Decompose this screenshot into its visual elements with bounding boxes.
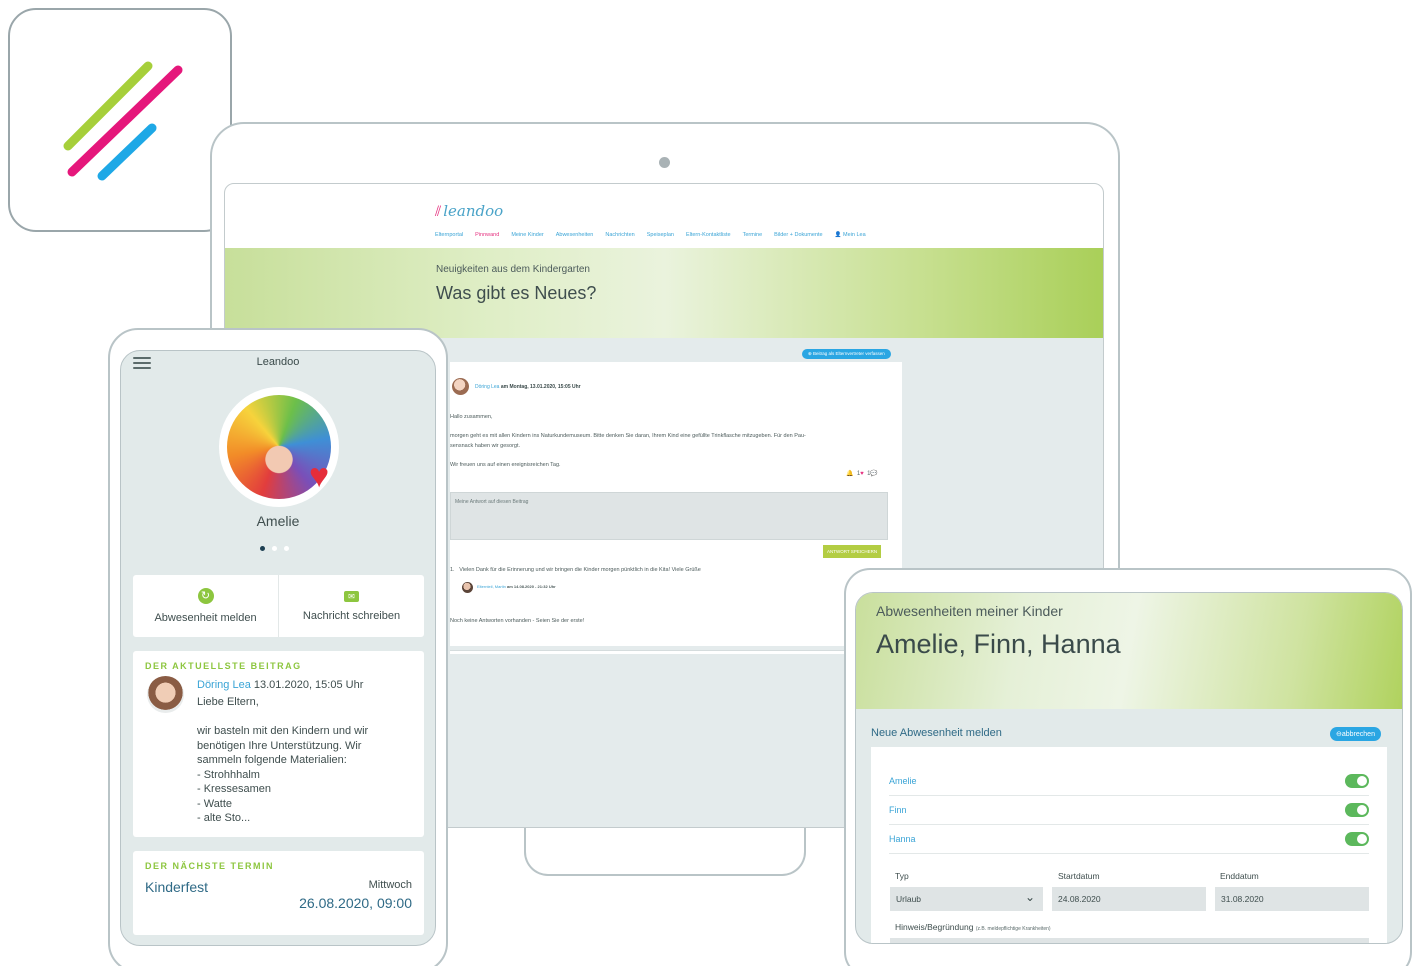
nav-item-meine-kinder[interactable]: Meine Kinder <box>511 232 543 238</box>
latest-post-label: DER AKTUELLSTE BEITRAG <box>145 661 302 671</box>
reply-textarea[interactable]: Meine Antwort auf diesen Beitrag <box>450 492 888 540</box>
post-reactions: 🔔 1♥ 1💬 <box>846 471 878 477</box>
child-toggle-row: Amelie <box>889 767 1369 796</box>
toggle-hanna[interactable] <box>1345 832 1369 846</box>
laptop-stand <box>524 826 806 876</box>
event-day: Mittwoch <box>368 879 412 891</box>
child-toggle-label: Amelie <box>889 776 917 786</box>
type-label: Typ <box>895 871 909 881</box>
post-card: Döring Lea am Montag, 13.01.2020, 15:05 … <box>450 362 902 646</box>
quick-actions: ↻ Abwesenheit melden ✉ Nachricht schreib… <box>133 575 424 637</box>
user-icon: 👤 <box>834 232 843 238</box>
post-header: Döring Lea 13.01.2020, 15:05 Uhr <box>197 679 364 691</box>
post-line: benötigen Ihre Unterstützung. Wir <box>197 740 362 752</box>
report-absence-button[interactable]: ↻ Abwesenheit melden <box>133 575 278 637</box>
nav-item-bilder-dokumente[interactable]: Bilder + Dokumente <box>774 232 822 238</box>
bell-icon[interactable]: 🔔 <box>846 471 853 477</box>
desktop-logo[interactable]: ⫽ leandoo <box>435 202 503 220</box>
logo-slashes-icon: ⫽ <box>435 204 442 220</box>
carousel-dots <box>260 546 289 551</box>
carousel-dot[interactable] <box>284 546 289 551</box>
start-date-label: Startdatum <box>1058 871 1100 881</box>
next-event-card[interactable]: DER NÄCHSTE TERMIN Kinderfest Mittwoch 2… <box>133 851 424 935</box>
post-author: Döring Lea am Montag, 13.01.2020, 15:05 … <box>475 384 581 390</box>
post-line: - Kressesamen <box>197 783 271 795</box>
post-closing: Wir freuen uns auf einen ereignisreichen… <box>450 462 561 468</box>
post-line: sammeln folgende Materialien: <box>197 754 347 766</box>
hero-title: Was gibt es Neues? <box>436 283 597 303</box>
post-line: Liebe Eltern, <box>197 696 259 708</box>
post-text-line: morgen geht es mit allen Kindern ins Nat… <box>450 433 806 439</box>
chevron-down-icon: ⌄ <box>1024 890 1035 904</box>
desktop-nav: Elternportal Pinnwand Meine Kinder Abwes… <box>435 232 866 238</box>
nav-item-termine[interactable]: Termine <box>743 232 763 238</box>
phone-screen: Leandoo ♥ Amelie ↻ Abwesenheit melden ✉ … <box>120 350 436 946</box>
no-replies-text: Noch keine Antworten vorhanden - Seien S… <box>450 618 585 624</box>
hero-subtitle: Neuigkeiten aus dem Kindergarten <box>436 264 590 275</box>
toggle-finn[interactable] <box>1345 803 1369 817</box>
refresh-check-icon: ↻ <box>197 588 214 604</box>
child-toggle-row: Finn <box>889 796 1369 825</box>
author-avatar <box>147 676 184 713</box>
tablet-screen: Abwesenheiten meiner Kinder Amelie, Finn… <box>855 592 1403 944</box>
nav-item-account[interactable]: 👤 Mein Lea <box>835 232 866 238</box>
absence-form: Amelie Finn Hanna Typ Urlaub ⌄ Startdatu… <box>871 747 1387 943</box>
comment-icon[interactable]: 💬 <box>870 471 877 477</box>
type-select[interactable]: Urlaub ⌄ <box>890 887 1043 911</box>
event-date: 26.08.2020, 09:00 <box>299 895 412 911</box>
post-text-line: sensnack haben wir gesorgt. <box>450 443 521 449</box>
post-line: - Watte <box>197 798 233 810</box>
start-date-input[interactable]: 24.08.2020 <box>1052 887 1206 911</box>
author-avatar <box>452 378 469 395</box>
phone-app-title: Leandoo <box>256 356 300 368</box>
hint-label: Hinweis/Begründung (z.B. meldepflichtige… <box>895 922 1051 932</box>
reply-avatar <box>462 582 473 593</box>
leandoo-logo-icon <box>63 61 183 181</box>
nav-item-speiseplan[interactable]: Speiseplan <box>647 232 674 238</box>
child-toggle-label: Finn <box>889 805 907 815</box>
post-greeting: Hallo zusammen, <box>450 414 493 420</box>
child-name: Amelie <box>256 513 300 529</box>
hint-textarea[interactable] <box>890 938 1369 943</box>
end-date-label: Enddatum <box>1220 871 1259 881</box>
nav-item-pinnwand[interactable]: Pinnwand <box>475 232 499 238</box>
nav-item-nachrichten[interactable]: Nachrichten <box>605 232 634 238</box>
absence-title: Amelie, Finn, Hanna <box>876 629 1121 659</box>
carousel-dot-active[interactable] <box>260 546 265 551</box>
nav-item-elternportal[interactable]: Elternportal <box>435 232 463 238</box>
app-icon <box>8 8 232 232</box>
latest-post-card[interactable]: DER AKTUELLSTE BEITRAG Döring Lea 13.01.… <box>133 651 424 837</box>
absence-hero: Abwesenheiten meiner Kinder Amelie, Finn… <box>856 593 1402 709</box>
nav-item-eltern-kontaktliste[interactable]: Eltern-Kontaktliste <box>686 232 731 238</box>
next-post-card <box>450 650 902 654</box>
toggle-amelie[interactable] <box>1345 774 1369 788</box>
event-title: Kinderfest <box>145 879 209 895</box>
child-photo[interactable]: ♥ <box>219 387 339 507</box>
reply-text: 1. Vielen Dank für die Erinnerung und wi… <box>450 567 701 573</box>
post-line: - alte Sto... <box>197 812 251 824</box>
heart-icon: ♥ <box>309 457 330 495</box>
carousel-dot[interactable] <box>272 546 277 551</box>
write-message-button[interactable]: ✉ Nachricht schreiben <box>278 575 424 637</box>
nav-item-abwesenheiten[interactable]: Abwesenheiten <box>556 232 594 238</box>
desktop-hero: Neuigkeiten aus dem Kindergarten Was gib… <box>225 248 1103 338</box>
reply-meta: Elternteil, Martin am 14.08.2020 - 21:32… <box>477 584 556 589</box>
next-event-label: DER NÄCHSTE TERMIN <box>145 861 275 871</box>
child-toggle-label: Hanna <box>889 834 916 844</box>
post-line: - Strohhhalm <box>197 769 260 781</box>
cancel-button[interactable]: ⊖abbrechen <box>1330 727 1381 741</box>
end-date-input[interactable]: 31.08.2020 <box>1215 887 1369 911</box>
save-reply-button[interactable]: ANTWORT SPEICHERN <box>823 545 882 558</box>
write-post-button[interactable]: ⊕ Beitrag als Elternvertreter verfassen <box>802 349 891 359</box>
heart-icon[interactable]: ♥ <box>860 471 864 477</box>
envelope-icon: ✉ <box>344 590 359 602</box>
child-toggle-row: Hanna <box>889 825 1369 854</box>
laptop-camera <box>659 157 670 168</box>
post-line: wir basteln mit den Kindern und wir <box>197 725 369 737</box>
new-absence-heading: Neue Abwesenheit melden <box>871 727 1002 739</box>
absence-subtitle: Abwesenheiten meiner Kinder <box>876 603 1063 619</box>
